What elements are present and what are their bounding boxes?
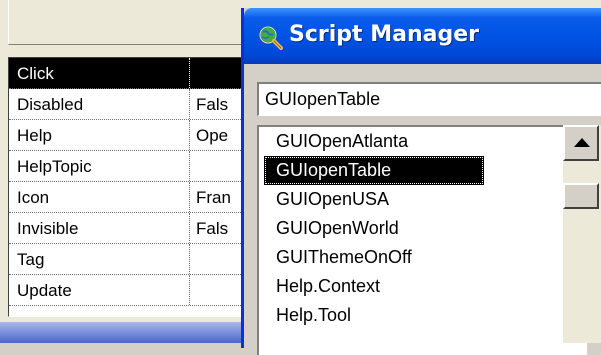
- script-name-input[interactable]: GUIopenTable: [257, 82, 601, 116]
- list-item[interactable]: GUIOpenAtlanta: [264, 127, 484, 156]
- script-manager-dialog: Script Manager GUIopenTable GUIOpenAtlan…: [241, 8, 601, 355]
- scroll-thumb[interactable]: [563, 183, 599, 209]
- list-item[interactable]: GUIOpenUSA: [264, 185, 484, 214]
- title-bar[interactable]: Script Manager: [244, 8, 601, 64]
- magnifier-globe-icon: [259, 26, 283, 50]
- property-name: Help: [17, 126, 52, 145]
- property-row-invisible[interactable]: Invisible Fals: [9, 213, 249, 244]
- property-value[interactable]: [189, 151, 249, 181]
- property-name: Tag: [17, 250, 45, 269]
- arrow-up-icon: [574, 138, 590, 147]
- property-row-help[interactable]: Help Ope: [9, 120, 249, 151]
- list-item[interactable]: GUIOpenWorld: [264, 214, 484, 243]
- property-name: Update: [17, 281, 72, 300]
- list-scrollbar[interactable]: [563, 125, 601, 343]
- taskbar-strip: [0, 322, 250, 343]
- list-item[interactable]: Help.Tool: [264, 301, 484, 330]
- property-value[interactable]: Fals: [189, 213, 249, 243]
- scroll-up-button[interactable]: [563, 125, 599, 161]
- list-item-selected[interactable]: GUIopenTable: [264, 156, 484, 185]
- property-window-toolbar: [8, 0, 249, 45]
- property-value[interactable]: [189, 244, 249, 274]
- list-item[interactable]: Help.Context: [264, 272, 484, 301]
- property-name: Invisible: [17, 219, 79, 238]
- property-row-update[interactable]: Update: [9, 275, 249, 306]
- property-row-click[interactable]: Click: [9, 58, 249, 89]
- property-value[interactable]: Ope: [189, 120, 249, 150]
- property-row-tag[interactable]: Tag: [9, 244, 249, 275]
- property-value[interactable]: [189, 58, 249, 88]
- property-value[interactable]: Fran: [189, 182, 249, 212]
- script-list[interactable]: GUIOpenAtlanta GUIopenTable GUIOpenUSA G…: [257, 125, 587, 355]
- property-row-disabled[interactable]: Disabled Fals: [9, 89, 249, 120]
- property-value[interactable]: Fals: [189, 89, 249, 119]
- property-grid[interactable]: Click Disabled Fals Help Ope HelpTopic I…: [8, 57, 249, 317]
- property-name: Icon: [17, 188, 50, 207]
- dialog-title: Script Manager: [289, 22, 479, 47]
- property-value[interactable]: [189, 275, 249, 305]
- property-name: Click: [17, 64, 54, 83]
- property-name: Disabled: [17, 95, 84, 114]
- property-row-helptopic[interactable]: HelpTopic: [9, 151, 249, 182]
- property-row-icon[interactable]: Icon Fran: [9, 182, 249, 213]
- list-item[interactable]: GUIThemeOnOff: [264, 243, 484, 272]
- property-name: HelpTopic: [17, 157, 92, 176]
